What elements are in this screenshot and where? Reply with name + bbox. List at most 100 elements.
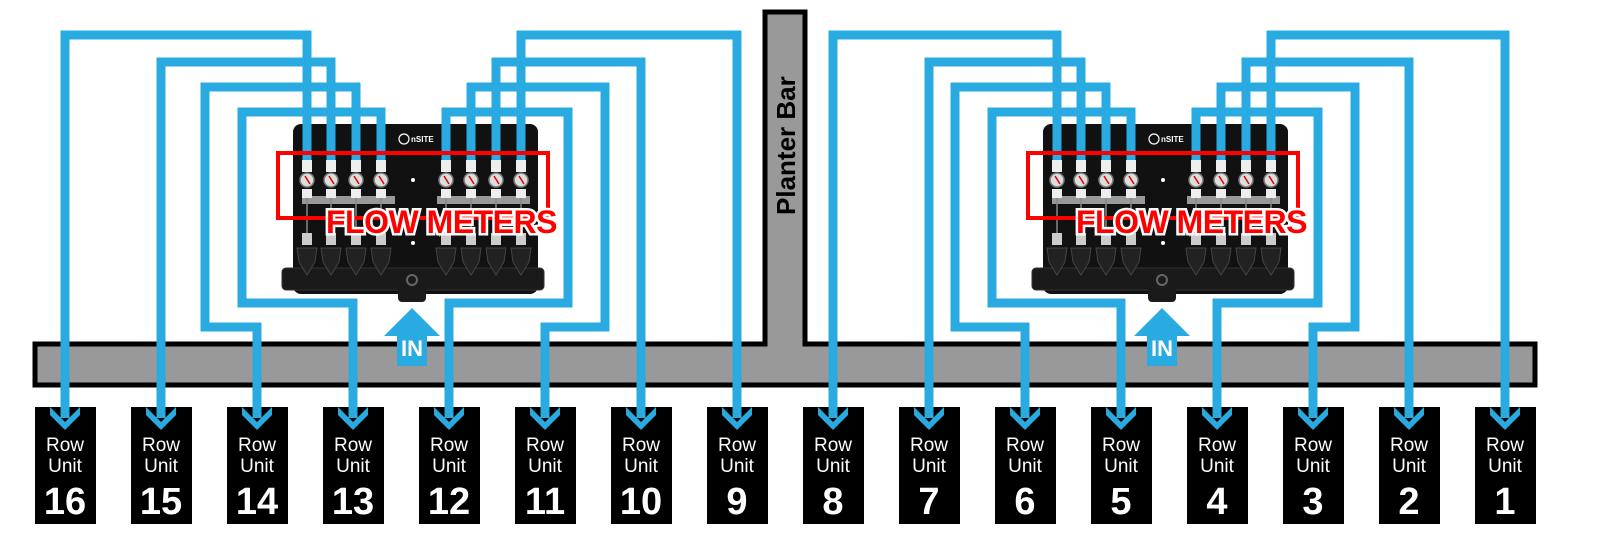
planter-bar-label: Planter Bar (771, 76, 801, 215)
meter-fitting (376, 189, 386, 198)
row-unit-word1: Row (1486, 435, 1524, 456)
meter-fitting (1076, 189, 1086, 198)
row-unit-word1: Row (910, 435, 948, 456)
meter-fitting (376, 160, 386, 172)
row-unit-word1: Row (1294, 435, 1332, 456)
meter-fitting (1052, 189, 1062, 198)
meter-fitting (466, 160, 476, 172)
row-unit-number: 4 (1206, 481, 1227, 523)
mount-hole (1161, 241, 1165, 245)
row-unit-number: 3 (1302, 481, 1323, 523)
row-unit-13: RowUnit 13 (323, 400, 384, 524)
meter-fitting (491, 189, 501, 198)
inlet-label: IN (401, 336, 423, 361)
meter-fitting (516, 160, 526, 172)
row-unit-10: RowUnit 10 (611, 400, 672, 524)
brand-label: nSITE (1161, 135, 1184, 144)
meter-fitting (1241, 160, 1251, 172)
meter-fitting (441, 189, 451, 198)
tube-end (156, 400, 166, 418)
row-unit-11: RowUnit 11 (515, 400, 576, 524)
row-unit-number: 8 (822, 481, 843, 523)
tube-end (252, 400, 262, 418)
row-unit-2: RowUnit 2 (1379, 400, 1440, 524)
meter-fitting (326, 160, 336, 172)
row-unit-word1: Row (238, 435, 276, 456)
meter-fitting (1126, 189, 1136, 198)
row-unit-word2: Unit (816, 456, 851, 477)
meter-fitting (302, 160, 312, 172)
row-unit-word1: Row (46, 435, 84, 456)
row-units: RowUnit16RowUnit15RowUnit14RowUnit13RowU… (35, 400, 1536, 524)
meter-fitting (1216, 160, 1226, 172)
meter-fitting (1076, 160, 1086, 172)
row-unit-number: 6 (1014, 481, 1035, 523)
row-unit-word2: Unit (720, 456, 755, 477)
meter-fitting (1241, 189, 1251, 198)
row-unit-number: 2 (1398, 481, 1419, 523)
mount-hole (1161, 178, 1165, 182)
row-unit-number: 15 (140, 481, 182, 523)
mount-hole (411, 241, 415, 245)
row-unit-word2: Unit (624, 456, 659, 477)
meter-fitting (1126, 160, 1136, 172)
meter-fitting (302, 189, 312, 198)
row-unit-word1: Row (1006, 435, 1044, 456)
meter-fitting (491, 160, 501, 172)
row-unit-word1: Row (142, 435, 180, 456)
row-unit-14: RowUnit 14 (227, 400, 288, 524)
tube-end (60, 400, 70, 418)
row-unit-number: 16 (44, 481, 86, 523)
row-unit-number: 12 (428, 481, 470, 523)
meter-fitting (1266, 189, 1276, 198)
inlet-label: IN (1151, 336, 1173, 361)
row-unit-8: RowUnit 8 (803, 400, 864, 524)
meter-fitting (441, 160, 451, 172)
row-unit-word2: Unit (912, 456, 947, 477)
row-unit-number: 7 (918, 481, 939, 523)
row-unit-word2: Unit (240, 456, 275, 477)
row-unit-word2: Unit (1104, 456, 1139, 477)
row-unit-number: 5 (1110, 481, 1131, 523)
tube-end (732, 400, 742, 418)
meter-fitting (326, 189, 336, 198)
tube-end (1116, 400, 1126, 418)
flow-meters-label: FLOW METERS (1076, 204, 1307, 240)
row-unit-word1: Row (1390, 435, 1428, 456)
tube-end (1020, 400, 1030, 418)
tube-end (1500, 400, 1510, 418)
valve-fitting (302, 233, 312, 245)
row-unit-word1: Row (622, 435, 660, 456)
brand-label: nSITE (411, 135, 434, 144)
meter-fitting (1101, 160, 1111, 172)
tube-end (828, 400, 838, 418)
valve-fitting (1052, 233, 1062, 245)
row-unit-9: RowUnit 9 (707, 400, 768, 524)
row-unit-number: 9 (726, 481, 747, 523)
row-unit-word1: Row (1102, 435, 1140, 456)
tube-end (540, 400, 550, 418)
row-unit-number: 11 (525, 481, 565, 523)
row-unit-number: 13 (332, 481, 374, 523)
row-unit-12: RowUnit 12 (419, 400, 480, 524)
row-unit-word2: Unit (336, 456, 371, 477)
row-unit-word2: Unit (1392, 456, 1427, 477)
row-unit-word1: Row (526, 435, 564, 456)
meter-fitting (1191, 160, 1201, 172)
row-unit-number: 14 (236, 481, 278, 523)
row-unit-word1: Row (334, 435, 372, 456)
row-unit-word1: Row (1198, 435, 1236, 456)
tube-end (924, 400, 934, 418)
row-unit-4: RowUnit 4 (1187, 400, 1248, 524)
row-unit-word2: Unit (1488, 456, 1523, 477)
planter-diagram: Planter Bar nSITE nSITE FLOW METERS FLOW M… (32, 9, 1538, 524)
meter-fitting (516, 189, 526, 198)
row-unit-15: RowUnit 15 (131, 400, 192, 524)
row-unit-word2: Unit (1008, 456, 1043, 477)
row-unit-word2: Unit (144, 456, 179, 477)
row-unit-1: RowUnit 1 (1475, 400, 1536, 524)
row-unit-6: RowUnit 6 (995, 400, 1056, 524)
row-unit-16: RowUnit 16 (35, 400, 96, 524)
meter-fitting (1101, 189, 1111, 198)
row-unit-word1: Row (718, 435, 756, 456)
